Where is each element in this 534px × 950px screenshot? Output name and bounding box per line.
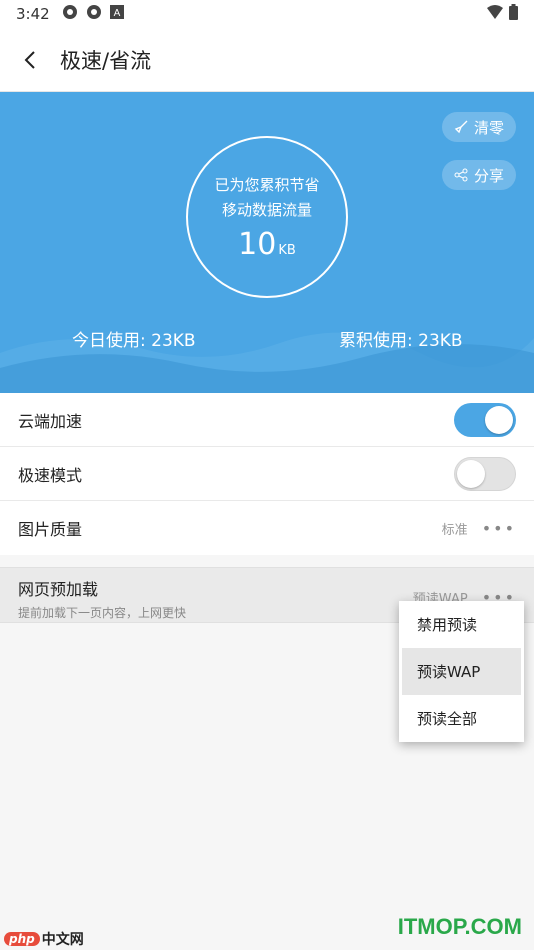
a-badge-icon: A: [109, 5, 124, 23]
status-bar: 3:42 A: [0, 0, 534, 28]
image-quality-value: 标准: [441, 522, 468, 538]
wifi-icon: [487, 5, 503, 23]
php-watermark-text: 中文网: [41, 932, 84, 948]
share-label: 分享: [473, 166, 504, 185]
setting-image-quality[interactable]: 图片质量 标准 •••: [0, 501, 534, 555]
app-bar: 极速/省流: [0, 28, 534, 92]
wave-decoration: [0, 332, 534, 393]
saved-value: 10: [238, 226, 277, 262]
setting-speed-mode[interactable]: 极速模式: [0, 447, 534, 501]
share-button[interactable]: 分享: [441, 160, 516, 190]
php-watermark: php 中文网: [4, 929, 84, 949]
more-icon[interactable]: •••: [482, 519, 516, 538]
svg-text:A: A: [113, 8, 120, 19]
status-time: 3:42: [16, 5, 50, 23]
menu-item-disable-preload[interactable]: 禁用预读: [399, 601, 524, 648]
menu-item-preload-all[interactable]: 预读全部: [399, 695, 524, 742]
settings-list: 云端加速 极速模式 图片质量 标准 •••: [0, 393, 534, 555]
cloud-accel-toggle[interactable]: [454, 402, 516, 437]
page-title: 极速/省流: [60, 48, 152, 73]
setting-cloud-accel[interactable]: 云端加速: [0, 393, 534, 447]
menu-item-preload-wap[interactable]: 预读WAP: [402, 648, 521, 695]
today-usage: 今日使用: 23KB: [72, 331, 196, 351]
speed-mode-label: 极速模式: [18, 465, 83, 485]
saved-caption-line2: 移动数据流量: [221, 200, 312, 219]
chevron-left-icon: [24, 50, 35, 69]
clear-label: 清零: [473, 118, 504, 137]
speed-mode-toggle[interactable]: [454, 456, 516, 491]
back-button[interactable]: [0, 28, 60, 92]
saved-caption-line1: 已为您累积节省: [214, 175, 320, 194]
sync-icon: [86, 4, 102, 24]
clear-button[interactable]: 清零: [441, 112, 516, 142]
saved-data-circle: 已为您累积节省 移动数据流量 10 KB: [186, 136, 348, 298]
image-quality-label: 图片质量: [18, 520, 83, 539]
php-logo: php: [4, 932, 40, 946]
preload-options-menu: 禁用预读 预读WAP 预读全部: [399, 601, 524, 742]
data-saving-hero: 清零 分享 已为您累积节省 移动数据流量 10 KB 今日使用: 23KB 累积…: [0, 92, 534, 393]
share-icon: [454, 168, 468, 182]
cloud-accel-label: 云端加速: [18, 411, 83, 431]
broom-icon: [454, 120, 468, 134]
saved-unit: KB: [278, 242, 296, 258]
battery-icon: [509, 4, 518, 24]
itmop-watermark: ITMOP.COM: [397, 914, 522, 939]
total-usage: 累积使用: 23KB: [339, 331, 463, 351]
saved-amount: 10 KB: [238, 227, 296, 262]
sync-icon: [62, 4, 78, 24]
